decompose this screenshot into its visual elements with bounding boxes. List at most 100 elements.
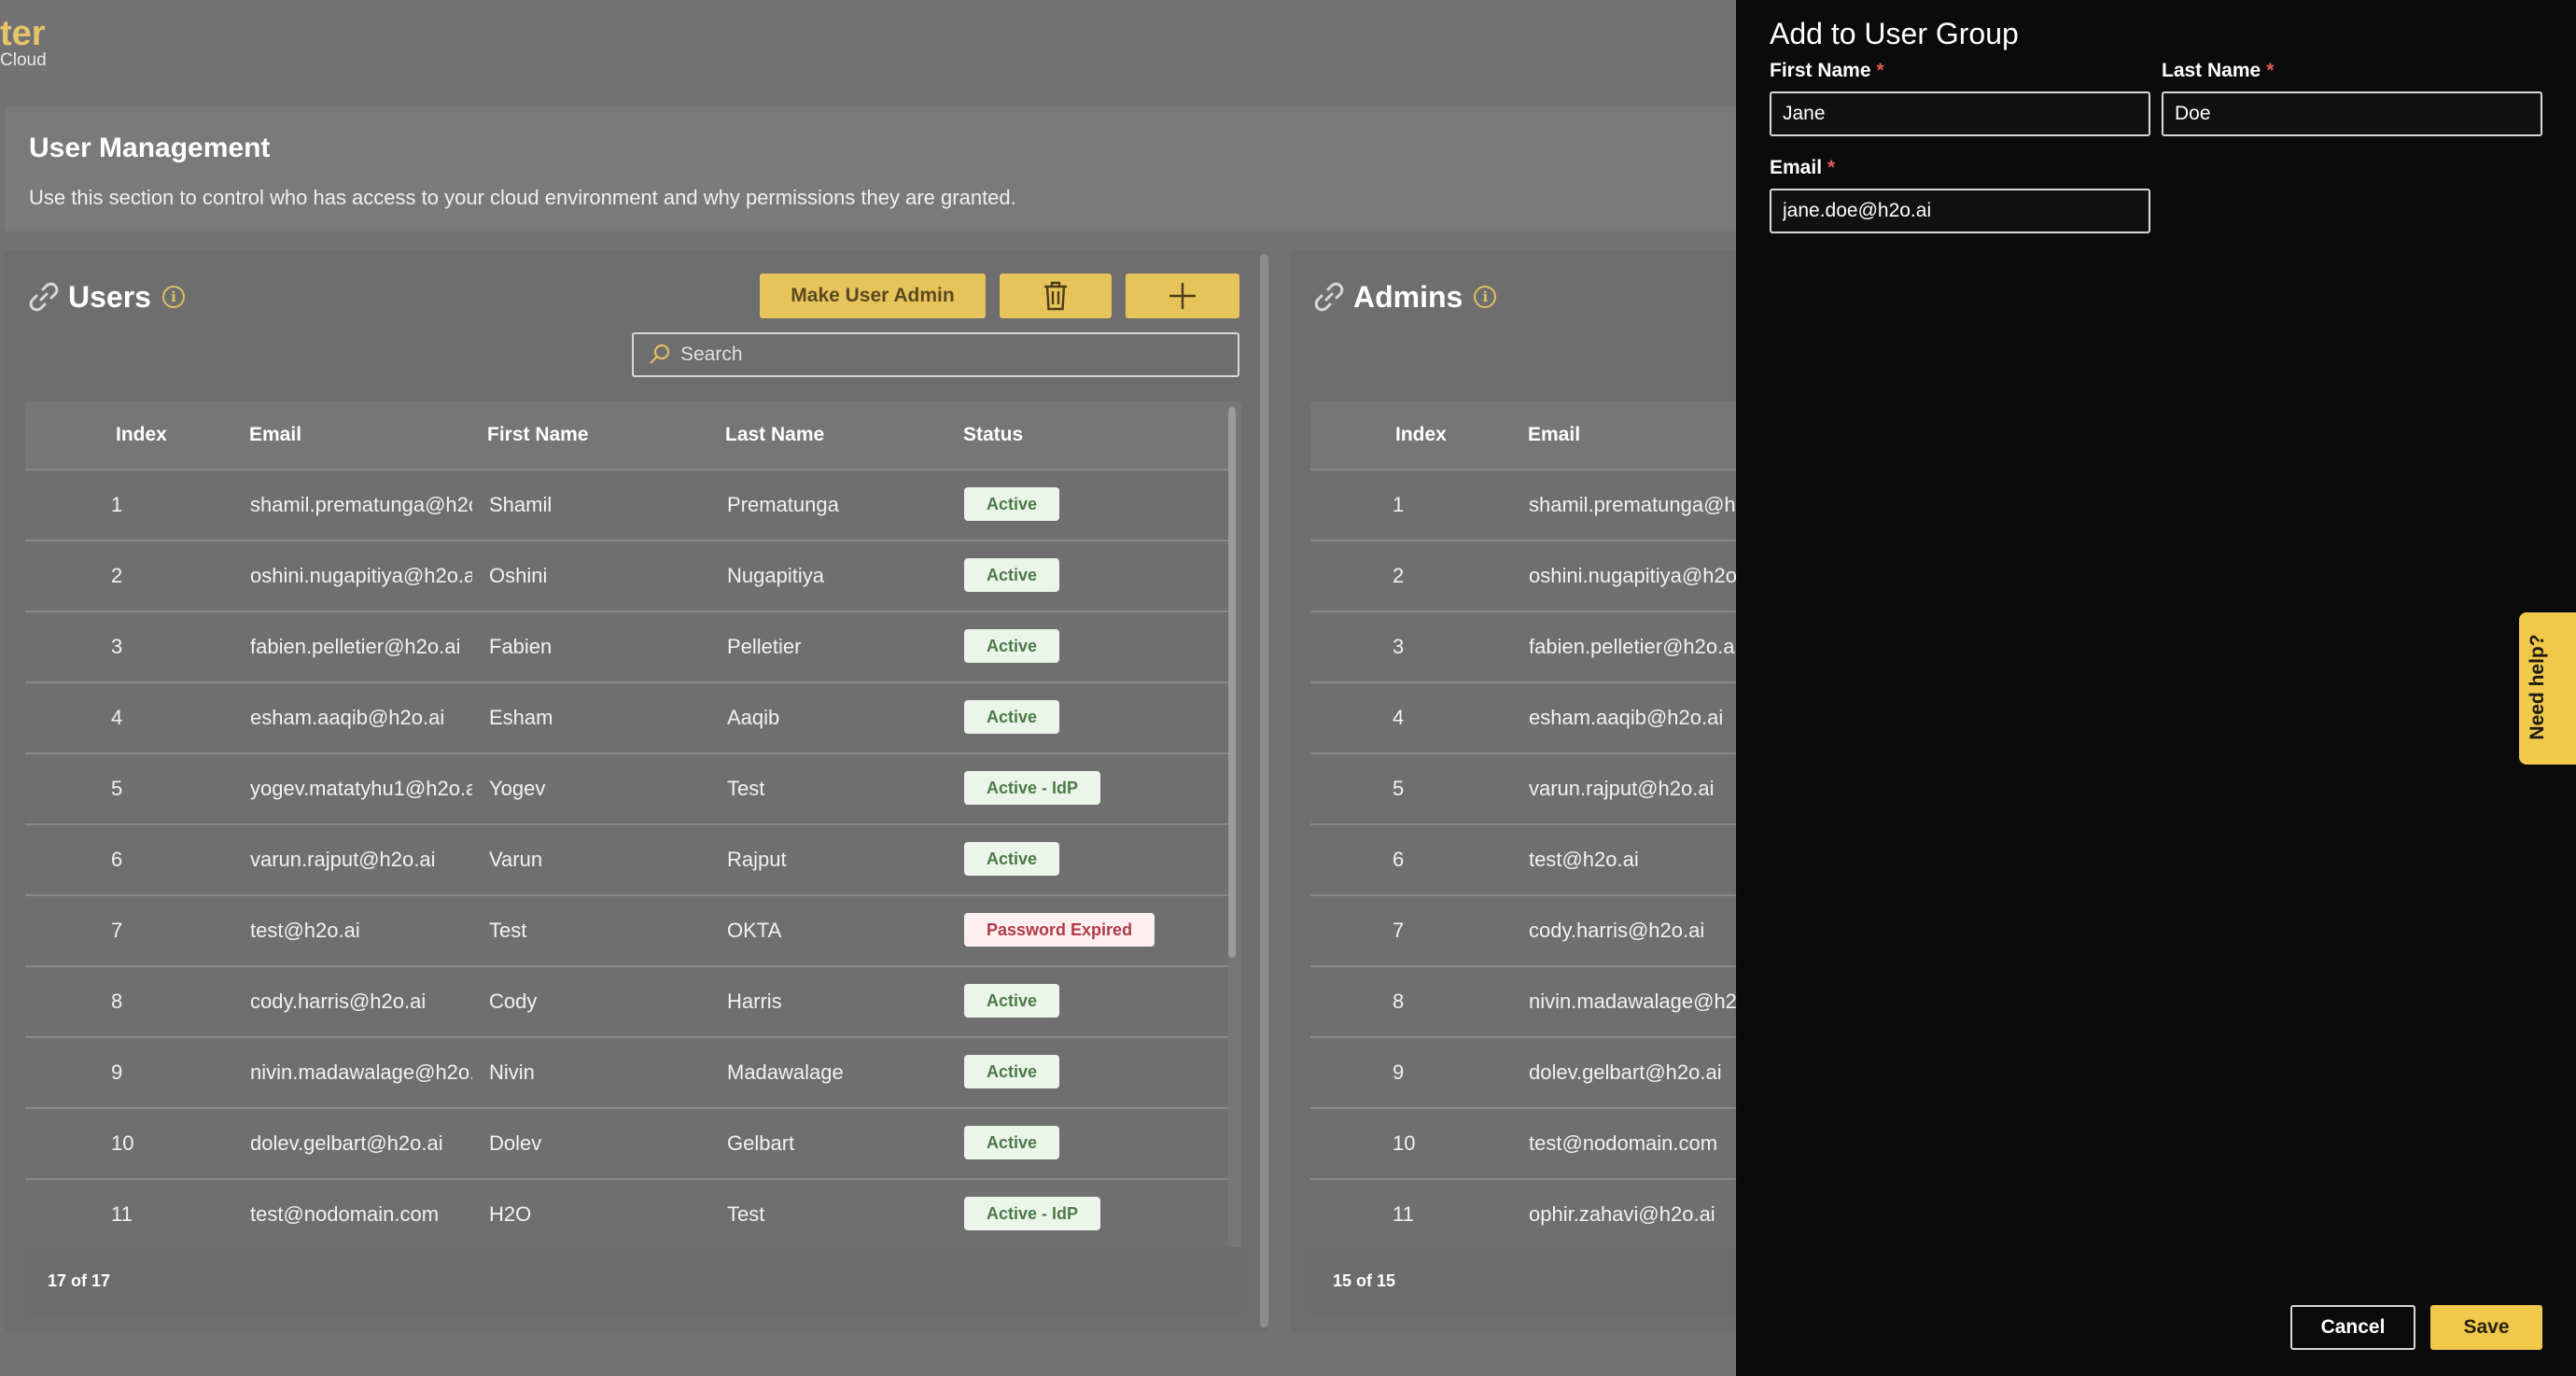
table-row[interactable]: 11 test@nodomain.com H2O Test Active - IdP [25, 1178, 1228, 1249]
cell-index: 3 [111, 635, 123, 658]
cell-email: nivin.madawalage@h2o.ai [250, 1060, 472, 1084]
cell-email: test@nodomain.com [250, 1202, 440, 1226]
column-header-last-name[interactable]: Last Name [725, 424, 824, 446]
cell-email: dolev.gelbart@h2o.ai [250, 1131, 443, 1155]
add-user-button[interactable] [1126, 274, 1239, 318]
add-to-user-group-drawer: Add to User Group First Name* Last Name*… [1736, 0, 2576, 1376]
make-user-admin-button[interactable]: Make User Admin [760, 274, 986, 318]
cell-index: 1 [1393, 493, 1405, 516]
required-mark: * [1827, 157, 1836, 178]
cell-first-name: Cody [489, 990, 538, 1013]
column-header-email[interactable]: Email [249, 424, 301, 446]
status-badge: Active [964, 487, 1060, 521]
cell-email: test@nodomain.com [1529, 1131, 1718, 1155]
status-badge: Active [964, 984, 1060, 1018]
column-header-email[interactable]: Email [1528, 424, 1580, 446]
last-name-label-text: Last Name [2162, 60, 2261, 81]
cell-index: 5 [111, 777, 123, 800]
users-panel: Users i Make User Admin Search Index Ema… [5, 250, 1268, 1331]
cell-first-name: Varun [489, 848, 543, 871]
first-name-field[interactable] [1770, 91, 2150, 136]
cell-index: 9 [1393, 1060, 1405, 1084]
table-row[interactable]: 4 esham.aaqib@h2o.ai Esham Aaqib Active [25, 681, 1228, 752]
need-help-tab[interactable]: Need help? [2519, 612, 2576, 765]
cell-index: 11 [1393, 1202, 1414, 1226]
cell-first-name: Oshini [489, 564, 548, 587]
cell-index: 1 [111, 493, 123, 516]
cell-email: ophir.zahavi@h2o.ai [1529, 1202, 1715, 1226]
cell-last-name: Madawalage [727, 1060, 844, 1084]
email-label: Email * [1770, 157, 1835, 179]
table-row[interactable]: 2 oshini.nugapitiya@h2o.ai Oshini Nugapitiy… [25, 540, 1228, 611]
users-table-body: 1 shamil.prematunga@h2o.ai Shamil Prematung… [25, 469, 1241, 1249]
email-field[interactable] [1770, 189, 2150, 233]
cell-email: varun.rajput@h2o.ai [1529, 777, 1715, 800]
users-table-header: Index Email First Name Last Name Status [25, 401, 1241, 469]
admins-panel-header: Admins i [1310, 278, 1497, 316]
search-icon [650, 344, 670, 364]
cell-last-name: Test [727, 1202, 765, 1226]
table-row[interactable]: 3 fabien.pelletier@h2o.ai Fabien Pelletier A… [25, 611, 1228, 681]
cell-email: nivin.madawalage@h2o.ai [1529, 990, 1753, 1013]
cell-last-name: Nugapitiya [727, 564, 824, 587]
cell-first-name: Dolev [489, 1131, 542, 1155]
cell-index: 4 [111, 706, 123, 729]
cell-email: yogev.matatyhu1@h2o.ai [250, 777, 472, 800]
status-badge: Active - IdP [964, 771, 1101, 805]
cell-email: test@h2o.ai [1529, 848, 1639, 871]
status-badge: Active - IdP [964, 1197, 1101, 1230]
table-row[interactable]: 8 cody.harris@h2o.ai Cody Harris Active [25, 965, 1228, 1036]
users-table-scrollbar[interactable] [1228, 407, 1236, 958]
search-input[interactable]: Search [632, 332, 1239, 377]
column-header-index[interactable]: Index [1395, 424, 1447, 446]
cell-last-name: Rajput [727, 848, 787, 871]
cell-index: 11 [111, 1202, 133, 1226]
column-header-first-name[interactable]: First Name [487, 424, 589, 446]
cell-index: 10 [111, 1131, 134, 1155]
users-panel-scrollbar[interactable] [1260, 254, 1268, 1327]
drawer-title: Add to User Group [1770, 17, 2019, 50]
status-badge: Active [964, 558, 1060, 592]
table-row[interactable]: 7 test@h2o.ai Test OKTA Password Expired [25, 894, 1228, 965]
cell-index: 8 [111, 990, 123, 1013]
cell-index: 8 [1393, 990, 1405, 1013]
column-header-index[interactable]: Index [116, 424, 167, 446]
cell-first-name: Nivin [489, 1060, 535, 1084]
info-icon[interactable]: i [161, 286, 185, 308]
status-badge: Active [964, 629, 1060, 663]
info-icon[interactable]: i [1474, 286, 1497, 308]
table-row[interactable]: 10 dolev.gelbart@h2o.ai Dolev Gelbart Active [25, 1107, 1228, 1178]
cell-index: 6 [111, 848, 123, 871]
required-mark: * [1876, 60, 1884, 81]
need-help-label: Need help? [2527, 634, 2548, 740]
status-badge: Password Expired [964, 913, 1155, 947]
cell-index: 7 [111, 919, 123, 942]
page-description: Use this section to control who has acce… [29, 186, 1016, 209]
link-icon [29, 282, 59, 312]
cell-index: 5 [1393, 777, 1405, 800]
table-row[interactable]: 5 yogev.matatyhu1@h2o.ai Yogev Test Active -… [25, 752, 1228, 823]
status-badge: Active [964, 1055, 1060, 1088]
cell-index: 9 [111, 1060, 123, 1084]
cancel-button[interactable]: Cancel [2290, 1305, 2415, 1350]
plus-icon [1169, 283, 1196, 309]
cell-email: shamil.prematunga@h2o.ai [1529, 493, 1753, 516]
save-button[interactable]: Save [2430, 1305, 2542, 1350]
last-name-label: Last Name * [2162, 60, 2274, 82]
cell-email: esham.aaqib@h2o.ai [1529, 706, 1724, 729]
users-table: Index Email First Name Last Name Status … [25, 401, 1241, 1314]
table-row[interactable]: 6 varun.rajput@h2o.ai Varun Rajput Active [25, 823, 1228, 894]
status-badge: Active [964, 1126, 1060, 1159]
cell-index: 2 [111, 564, 123, 587]
last-name-field[interactable] [2162, 91, 2542, 136]
cell-index: 7 [1393, 919, 1405, 942]
table-row[interactable]: 1 shamil.prematunga@h2o.ai Shamil Prematung… [25, 469, 1228, 540]
column-header-status[interactable]: Status [963, 424, 1023, 446]
table-row[interactable]: 9 nivin.madawalage@h2o.ai Nivin Madawalage A… [25, 1036, 1228, 1107]
cell-email: fabien.pelletier@h2o.ai [250, 635, 461, 658]
cell-index: 10 [1393, 1131, 1416, 1155]
cell-first-name: Yogev [489, 777, 546, 800]
delete-user-button[interactable] [1000, 274, 1112, 318]
admins-panel-title: Admins [1353, 279, 1463, 314]
link-icon [1314, 282, 1344, 312]
